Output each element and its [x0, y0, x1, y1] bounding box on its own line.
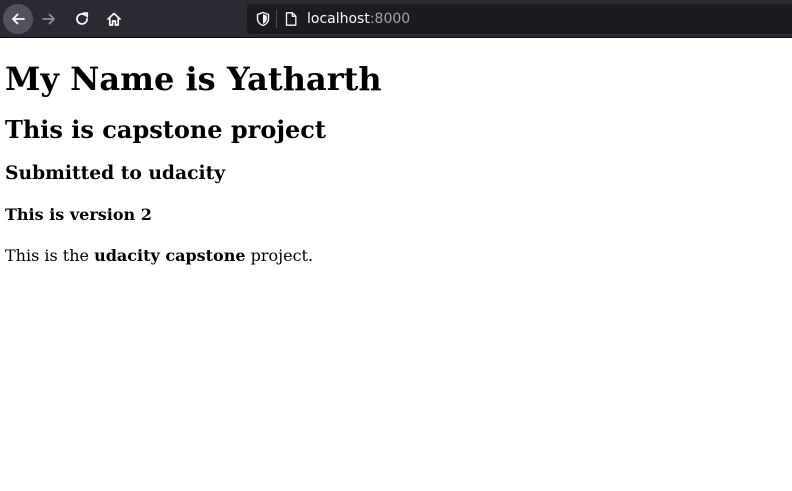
address-bar[interactable]: localhost:8000 — [247, 4, 792, 34]
reload-icon — [76, 12, 89, 25]
paragraph-prefix: This is the — [5, 246, 95, 265]
page-content: My Name is Yatharth This is capstone pro… — [5, 39, 785, 266]
url-host: localhost — [307, 11, 370, 27]
browser-toolbar: localhost:8000 — [0, 0, 792, 38]
page-heading-1: My Name is Yatharth — [5, 60, 382, 98]
reload-button[interactable] — [67, 4, 97, 34]
arrow-right-icon — [42, 13, 55, 25]
arrow-left-icon — [12, 13, 25, 25]
home-button[interactable] — [99, 4, 129, 34]
shield-icon[interactable] — [255, 11, 271, 27]
url-text[interactable]: localhost:8000 — [307, 11, 410, 27]
page-icon — [285, 12, 297, 26]
page-paragraph: This is the udacity capstone project. — [5, 246, 785, 265]
forward-button[interactable] — [34, 4, 64, 34]
paragraph-bold: udacity capstone — [94, 246, 246, 265]
page-heading-3: Submitted to udacity — [5, 162, 226, 184]
page-heading-2: This is capstone project — [5, 115, 326, 144]
home-icon — [107, 12, 121, 26]
url-separator — [276, 10, 277, 28]
paragraph-suffix: project. — [245, 246, 314, 265]
url-port: :8000 — [369, 11, 411, 27]
back-button[interactable] — [3, 4, 33, 34]
page-heading-4: This is version 2 — [5, 205, 152, 224]
